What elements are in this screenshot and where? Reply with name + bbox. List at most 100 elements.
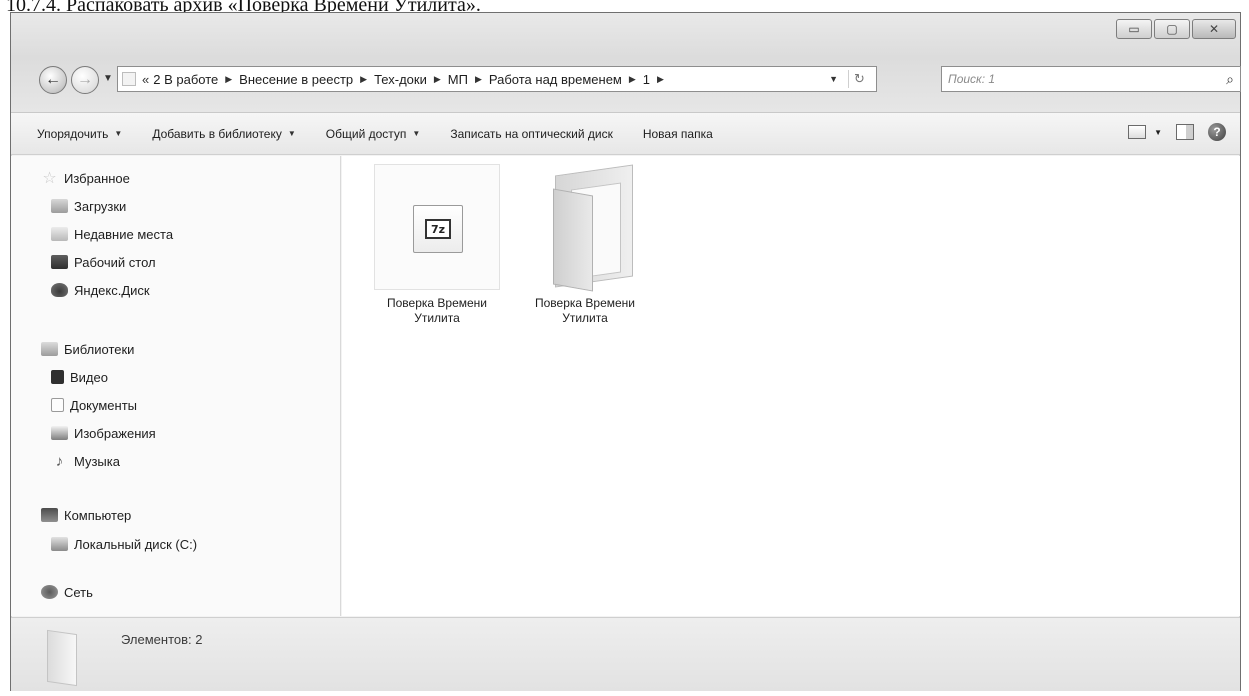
- sidebar-item-label: Видео: [70, 369, 108, 385]
- sidebar-item-label: Библиотеки: [64, 341, 135, 357]
- downloads-icon: [51, 199, 68, 213]
- preview-pane-icon[interactable]: [1176, 124, 1194, 140]
- chevron-down-icon: ▼: [287, 129, 296, 138]
- details-pane: Элементов: 2: [11, 617, 1240, 691]
- archive-file-icon: 7z: [413, 205, 463, 253]
- breadcrumb-separator-icon[interactable]: ▶: [434, 74, 441, 85]
- command-toolbar: Упорядочить ▼ Добавить в библиотеку ▼ Об…: [11, 113, 1240, 155]
- sidebar-item-label: Избранное: [64, 170, 130, 186]
- sidebar-item-computer[interactable]: Компьютер: [41, 505, 131, 525]
- share-button[interactable]: Общий доступ ▼: [326, 127, 421, 141]
- navigation-row: ← → ▼ « 2 В работе ▶ Внесение в реестр ▶…: [19, 63, 1241, 97]
- file-list-area: 7z Поверка Времени Утилита Поверка Време…: [342, 156, 1240, 616]
- selection-folder-icon: [47, 629, 77, 687]
- breadcrumb-separator-icon[interactable]: ▶: [475, 74, 482, 85]
- sidebar-item-label: Яндекс.Диск: [74, 282, 150, 298]
- sidebar-item-label: Сеть: [64, 584, 93, 600]
- item-count: Элементов: 2: [121, 632, 203, 647]
- breadcrumb-item[interactable]: Тех-доки: [374, 72, 427, 87]
- sidebar-item-network[interactable]: Сеть: [41, 582, 93, 602]
- share-label: Общий доступ: [325, 126, 407, 141]
- forward-arrow-icon: →: [77, 71, 93, 88]
- sidebar-item-desktop[interactable]: Рабочий стол: [51, 252, 156, 272]
- yandex-disk-icon: [51, 283, 68, 297]
- back-arrow-icon: ←: [45, 71, 61, 88]
- sidebar-item-label: Рабочий стол: [74, 254, 156, 270]
- address-dropdown-icon[interactable]: ▼: [829, 74, 838, 84]
- breadcrumb-separator-icon[interactable]: ▶: [629, 74, 636, 85]
- title-bar: ▭ ▢ ✕ ← → ▼ « 2 В работе ▶ Внесение в ре…: [11, 13, 1241, 113]
- star-icon: ☆: [42, 170, 57, 187]
- sidebar-item-downloads[interactable]: Загрузки: [51, 196, 126, 216]
- sidebar-item-label: Документы: [70, 397, 138, 413]
- breadcrumb-item[interactable]: 1: [643, 72, 650, 87]
- new-folder-button[interactable]: Новая папка: [643, 127, 713, 141]
- file-item-folder[interactable]: Поверка Времени Утилита: [520, 164, 650, 326]
- sidebar-item-documents[interactable]: Документы: [51, 395, 137, 415]
- 7z-icon: 7z: [425, 219, 451, 239]
- sidebar-item-label: Изображения: [74, 425, 156, 441]
- recent-pages-dropdown-icon[interactable]: ▼: [103, 73, 113, 84]
- recent-places-icon: [51, 227, 68, 241]
- breadcrumb-item[interactable]: Внесение в реестр: [239, 72, 353, 87]
- sidebar-item-label: Компьютер: [64, 507, 132, 523]
- explorer-window: ▭ ▢ ✕ ← → ▼ « 2 В работе ▶ Внесение в ре…: [10, 12, 1241, 691]
- folder-front-shape: [553, 188, 593, 292]
- sidebar-item-favorites[interactable]: ☆ Избранное: [41, 168, 130, 188]
- folder-name: Поверка Времени Утилита: [534, 296, 635, 325]
- breadcrumb-item[interactable]: МП: [448, 72, 468, 87]
- maximize-button[interactable]: ▢: [1154, 19, 1190, 39]
- search-input[interactable]: [942, 68, 1202, 90]
- forward-button[interactable]: →: [71, 66, 99, 94]
- organize-button[interactable]: Упорядочить ▼: [37, 127, 122, 141]
- sidebar-item-libraries[interactable]: Библиотеки: [41, 339, 134, 359]
- chevron-down-icon: ▼: [114, 129, 123, 138]
- libraries-icon: [41, 342, 58, 356]
- breadcrumb-item[interactable]: Работа над временем: [489, 72, 622, 87]
- change-view-button[interactable]: ▼: [1128, 125, 1162, 139]
- address-bar[interactable]: « 2 В работе ▶ Внесение в реестр ▶ Тех-д…: [117, 66, 877, 92]
- sidebar-item-label: Недавние места: [74, 226, 174, 242]
- chevron-down-icon: ▼: [412, 129, 421, 138]
- sidebar-item-local-disk[interactable]: Локальный диск (C:): [51, 534, 197, 554]
- breadcrumb-item[interactable]: 2 В работе: [153, 72, 218, 87]
- music-icon: ♪: [55, 452, 64, 470]
- views-icon: [1128, 125, 1147, 139]
- sidebar-item-yandex-disk[interactable]: Яндекс.Диск: [51, 280, 150, 300]
- hard-drive-icon: [51, 537, 68, 551]
- refresh-icon[interactable]: ↻: [848, 70, 870, 88]
- sidebar-item-images[interactable]: Изображения: [51, 423, 156, 443]
- sidebar-item-recent[interactable]: Недавние места: [51, 224, 173, 244]
- navigation-pane: ☆ Избранное Загрузки Недавние места Рабо…: [11, 156, 341, 616]
- close-button[interactable]: ✕: [1192, 19, 1236, 39]
- burn-disc-label: Записать на оптический диск: [450, 126, 613, 141]
- folder-icon: [535, 164, 635, 292]
- file-item-archive[interactable]: 7z Поверка Времени Утилита: [372, 164, 502, 326]
- breadcrumb-separator-icon[interactable]: ▶: [225, 74, 232, 85]
- help-icon[interactable]: ?: [1208, 123, 1226, 141]
- sidebar-item-music[interactable]: ♪ Музыка: [51, 451, 120, 471]
- search-box: ⌕: [941, 66, 1241, 92]
- archive-thumbnail: 7z: [374, 164, 500, 290]
- video-icon: [51, 370, 64, 384]
- documents-icon: [51, 398, 64, 412]
- add-to-library-button[interactable]: Добавить в библиотеку ▼: [152, 127, 295, 141]
- add-to-library-label: Добавить в библиотеку: [152, 126, 282, 141]
- folder-location-icon: [122, 72, 136, 86]
- computer-icon: [41, 508, 58, 522]
- window-controls: ▭ ▢ ✕: [1116, 19, 1236, 39]
- sidebar-item-video[interactable]: Видео: [51, 367, 108, 387]
- network-icon: [41, 585, 58, 599]
- sidebar-item-label: Музыка: [74, 453, 120, 469]
- new-folder-label: Новая папка: [642, 126, 713, 141]
- breadcrumb-separator-icon[interactable]: ▶: [360, 74, 367, 85]
- chevron-down-icon: ▼: [1154, 127, 1162, 137]
- burn-disc-button[interactable]: Записать на оптический диск: [450, 127, 613, 141]
- minimize-button[interactable]: ▭: [1116, 19, 1152, 39]
- toolbar-right-group: ▼ ?: [1128, 123, 1226, 141]
- images-icon: [51, 426, 68, 440]
- breadcrumb-separator-icon[interactable]: ▶: [657, 74, 664, 85]
- back-button[interactable]: ←: [39, 66, 67, 94]
- search-icon[interactable]: ⌕: [1226, 71, 1234, 88]
- address-overflow-button[interactable]: «: [142, 72, 149, 87]
